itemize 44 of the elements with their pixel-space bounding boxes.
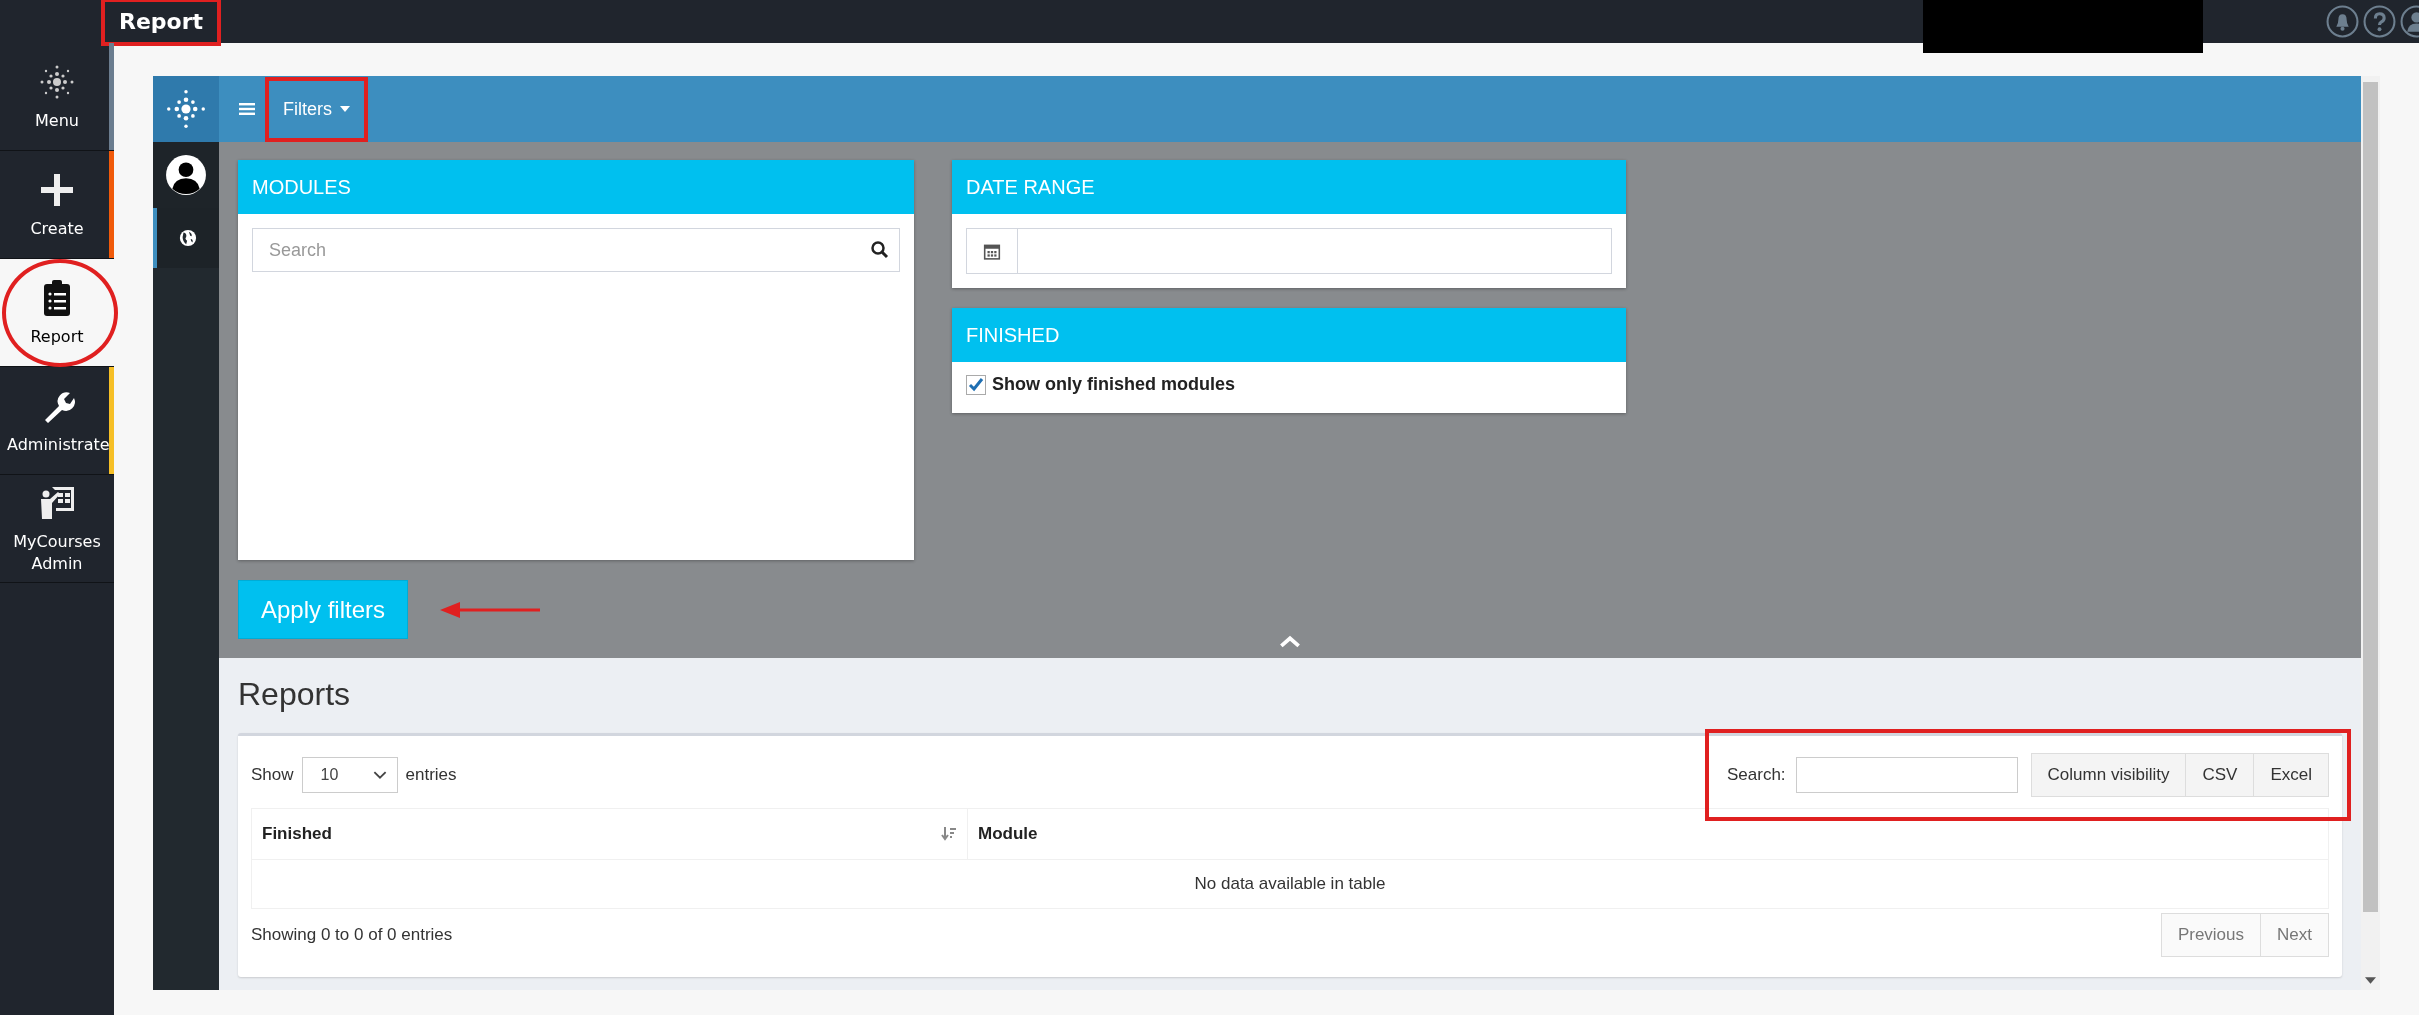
filters-dropdown[interactable]: Filters — [279, 92, 354, 126]
checkbox-label: Show only finished modules — [992, 374, 1236, 395]
nav-item[interactable]: MyCourses Admin — [0, 475, 114, 583]
menu-icon[interactable] — [239, 102, 255, 116]
nav-label: Report — [29, 325, 85, 348]
column-header[interactable]: Module — [968, 809, 2328, 859]
card-title: MODULES — [238, 160, 914, 214]
entries-select[interactable]: 10 — [301, 757, 398, 793]
nav-label: MyCourses Admin — [12, 530, 102, 575]
nav-item[interactable]: Report — [0, 259, 114, 367]
calendar-icon[interactable] — [983, 242, 1001, 260]
export-button[interactable]: Column visibility — [2030, 753, 2187, 797]
chevron-down-icon — [372, 770, 387, 780]
export-button[interactable]: CSV — [2185, 753, 2255, 797]
show-label: Show — [251, 765, 294, 785]
avatar-icon[interactable] — [165, 154, 207, 196]
bell-icon[interactable] — [2326, 5, 2359, 38]
section-title: Reports — [238, 676, 352, 713]
search-field[interactable]: Search — [252, 228, 900, 272]
card-title: FINISHED — [952, 308, 1626, 362]
table-info: Showing 0 to 0 of 0 entries — [251, 925, 453, 945]
page-title: Report — [119, 9, 204, 34]
empty-table-message: No data available in table — [1193, 873, 1387, 895]
scrollbar[interactable] — [2361, 76, 2380, 990]
nav-item[interactable]: Administrate — [0, 367, 114, 475]
nav-label: Menu — [34, 109, 80, 132]
scroll-down-icon[interactable] — [2365, 977, 2376, 984]
date-field[interactable] — [966, 228, 1612, 274]
nav-item[interactable]: Create — [0, 151, 114, 259]
card-title: DATE RANGE — [952, 160, 1626, 214]
nav-label: Create — [29, 217, 85, 240]
search-label: Search: — [1727, 765, 1786, 785]
checkbox[interactable] — [966, 374, 986, 395]
collapse-icon[interactable] — [1279, 635, 1301, 648]
help-icon[interactable] — [2363, 5, 2396, 38]
nav-label: Administrate — [7, 433, 107, 456]
export-button[interactable]: Excel — [2253, 753, 2329, 797]
entries-label: entries — [405, 765, 457, 785]
column-header[interactable]: Finished — [252, 809, 968, 859]
nav-item[interactable]: Menu — [0, 43, 114, 151]
caret-icon — [340, 106, 350, 112]
search-icon[interactable] — [870, 240, 890, 260]
table-search-field[interactable] — [1795, 757, 2018, 793]
globe-icon[interactable] — [179, 229, 197, 247]
